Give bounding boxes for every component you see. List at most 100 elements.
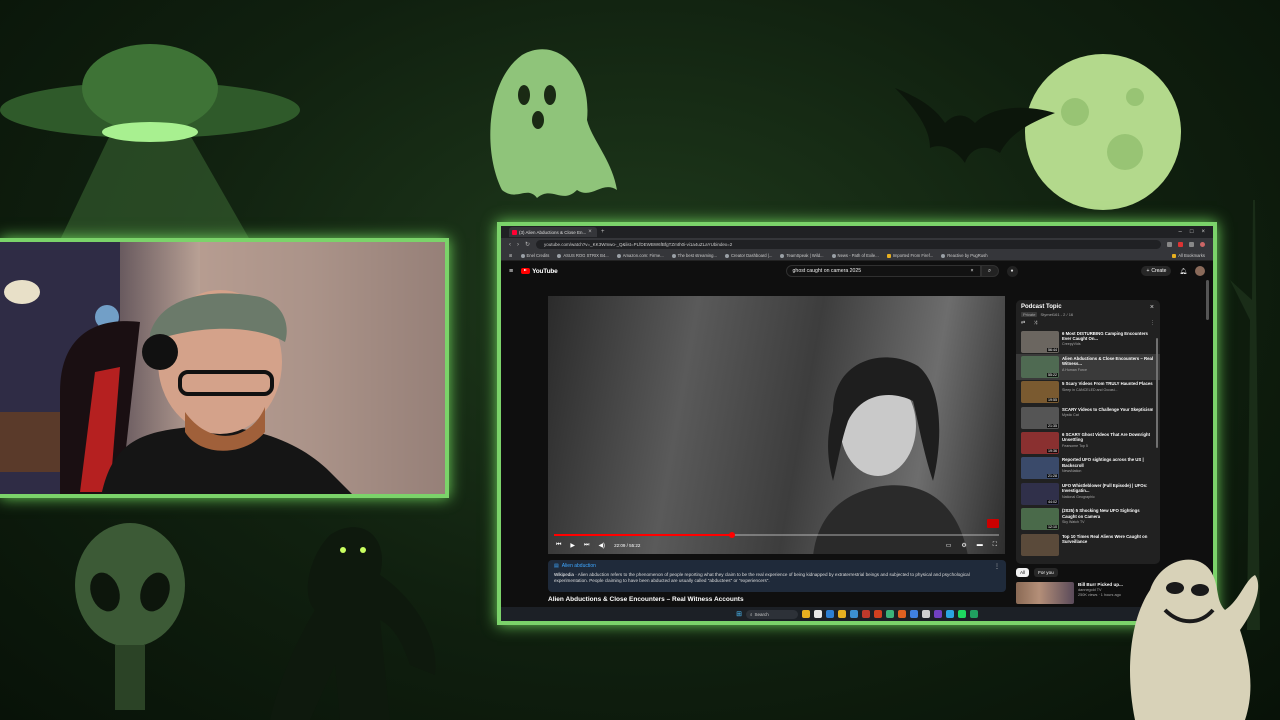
notifications-bell-icon[interactable]: 🔔︎ [1179, 268, 1187, 275]
youtube-logo[interactable]: YouTube [521, 268, 558, 275]
playlist-item-title[interactable]: (2025) 5 Shocking New UFO Sightings Caug… [1062, 508, 1155, 519]
bookmark-item[interactable]: News - Path of Exile... [831, 253, 879, 258]
video-thumbnail[interactable]: 19:36 [1021, 432, 1059, 455]
url-field[interactable]: youtube.com/watch?v=_KK3Wmwo-_Q&list=PLf… [536, 240, 1161, 249]
profile-icon[interactable] [1200, 242, 1205, 247]
video-thumbnail[interactable]: 56:44 [1021, 330, 1059, 353]
minimize-button[interactable]: – [1179, 229, 1182, 235]
playlist-item-title[interactable]: 5 Scary Videos From TRULY Haunted Places [1062, 381, 1153, 386]
previous-icon[interactable]: ⏮︎ [556, 542, 561, 549]
bookmark-item[interactable]: The best streaming... [671, 253, 717, 258]
taskbar-app-icon[interactable] [945, 610, 954, 618]
info-panel-title[interactable]: Alien abduction [562, 563, 596, 569]
forward-icon[interactable]: › [517, 242, 519, 248]
loop-icon[interactable]: ⇄ [1021, 320, 1025, 326]
taskbar-app-icon[interactable] [825, 610, 834, 618]
back-icon[interactable]: ‹ [509, 242, 511, 248]
bookmark-item[interactable]: Creator Dashboard |... [725, 253, 772, 258]
extension-icon[interactable] [1167, 242, 1172, 247]
taskbar-app-icon[interactable] [969, 610, 978, 618]
video-thumbnail[interactable] [1021, 533, 1059, 556]
captions-icon[interactable]: ▭ [946, 542, 952, 549]
playlist-item-title[interactable]: UFO Whistleblower (Full Episode) | UFOs:… [1062, 483, 1155, 494]
taskbar-app-icon[interactable] [957, 610, 966, 618]
menu-icon[interactable]: ≡ [509, 268, 513, 275]
video-thumbnail[interactable]: 19:55 [1021, 381, 1059, 404]
voice-search-button[interactable]: ● [1006, 265, 1018, 277]
account-avatar[interactable] [1195, 266, 1205, 276]
video-thumbnail[interactable]: 12:10 [1021, 508, 1059, 531]
taskbar-app-icon[interactable] [873, 610, 882, 618]
playlist-item[interactable]: 55:22 Alien Abductions & Close Encounters… [1016, 354, 1160, 380]
video-thumbnail[interactable]: 55:22 [1021, 355, 1059, 378]
clear-search-icon[interactable]: × [971, 268, 974, 274]
playlist-item[interactable]: 19:55 5 Scary Videos From TRULY Haunted P… [1016, 380, 1160, 405]
playlist-item[interactable]: 21:35 SCARY Videos to Challenge Your Skep… [1016, 405, 1160, 430]
info-source[interactable]: Wikipedia [554, 572, 574, 577]
settings-gear-icon[interactable]: ⚙︎ [961, 542, 966, 549]
progress-bar[interactable] [554, 532, 999, 538]
playlist-item[interactable]: 19:36 6 SCARY Ghost Videos That Are Downr… [1016, 431, 1160, 456]
chip-all[interactable]: All [1016, 568, 1030, 577]
theater-mode-icon[interactable]: ▬ [977, 542, 983, 549]
close-tab-icon[interactable]: × [588, 229, 592, 235]
taskbar-app-icon[interactable] [921, 610, 930, 618]
playlist-item-title[interactable]: SCARY Videos to Challenge Your Skepticis… [1062, 407, 1153, 412]
recommended-thumbnail[interactable] [1016, 582, 1074, 604]
next-icon[interactable]: ⏭︎ [584, 542, 589, 549]
playlist-item[interactable]: 21:28 Reported UFO sightings across the U… [1016, 456, 1160, 481]
taskbar-app-icon[interactable] [933, 610, 942, 618]
taskbar-app-icon[interactable] [849, 610, 858, 618]
close-window-button[interactable]: × [1201, 229, 1205, 235]
all-bookmarks-button[interactable]: All Bookmarks [1172, 253, 1205, 258]
playlist-scrollbar[interactable] [1156, 338, 1158, 448]
search-button[interactable]: ⌕ [980, 265, 999, 277]
volume-icon[interactable]: ◀︎) [598, 542, 605, 549]
extension-icon[interactable] [1178, 242, 1183, 247]
maximize-button[interactable]: □ [1190, 229, 1194, 235]
play-icon[interactable]: ▶ [570, 542, 575, 549]
close-playlist-icon[interactable]: × [1150, 304, 1154, 311]
taskbar-app-icon[interactable] [897, 610, 906, 618]
scrubber-handle[interactable] [729, 532, 735, 538]
taskbar-app-icon[interactable] [801, 610, 810, 618]
taskbar-app-icon[interactable] [837, 610, 846, 618]
bookmark-folder[interactable]: Imported From Firef... [886, 253, 933, 258]
playlist-item[interactable]: 56:44 6 Most DISTURBING Camping Encounter… [1016, 329, 1160, 354]
start-windows-icon[interactable]: ⊞ [736, 610, 742, 618]
apps-grid-icon[interactable]: ⊞ [509, 253, 513, 258]
video-thumbnail[interactable]: 44:02 [1021, 482, 1059, 505]
taskbar-app-icon[interactable] [885, 610, 894, 618]
more-options-icon[interactable]: ⋮ [1150, 320, 1155, 326]
search-input[interactable]: ghost caught on camera 2025 × [785, 265, 981, 277]
bookmark-item[interactable]: Reactive by PugRush [941, 253, 988, 258]
bookmark-item[interactable]: ASUS ROG STRIX B4... [557, 253, 609, 258]
page-scrollbar[interactable] [1206, 280, 1209, 320]
taskbar-app-icon[interactable] [909, 610, 918, 618]
more-options-icon[interactable]: ⋮ [994, 563, 1000, 570]
create-button[interactable]: + Create [1141, 266, 1172, 276]
playlist-item[interactable]: 12:10 (2025) 5 Shocking New UFO Sightings… [1016, 507, 1160, 532]
video-player[interactable]: ⏮︎ ▶ ⏭︎ ◀︎) 22:09 / 55:22 ▭ ⚙︎ ▬ ⛶ [548, 296, 1005, 554]
video-thumbnail[interactable]: 21:35 [1021, 406, 1059, 429]
shuffle-icon[interactable]: ⤨ [1033, 320, 1037, 326]
taskbar-app-icon[interactable] [861, 610, 870, 618]
reload-icon[interactable]: ↻ [525, 241, 530, 248]
bookmark-item[interactable]: Amazon.com: Firme... [616, 253, 664, 258]
video-thumbnail[interactable]: 21:28 [1021, 457, 1059, 480]
playlist-title[interactable]: Podcast Topic [1021, 304, 1155, 310]
chip-for-you[interactable]: For you [1034, 568, 1058, 577]
playlist-item-title[interactable]: 6 SCARY Ghost Videos That Are Downright … [1062, 432, 1155, 443]
new-tab-button[interactable]: + [601, 229, 605, 235]
taskbar-search[interactable]: ⌕ Search [745, 609, 798, 619]
bookmark-item[interactable]: Enel Credits [520, 253, 549, 258]
playlist-item-title[interactable]: Alien Abductions & Close Encounters – Re… [1062, 356, 1155, 367]
bookmark-item[interactable]: TeamSpeak | Wild... [780, 253, 824, 258]
fullscreen-icon[interactable]: ⛶ [993, 542, 997, 549]
browser-tab[interactable]: (3) Alien Abductions & Close En... × [509, 227, 597, 237]
extension-icon[interactable] [1189, 242, 1194, 247]
taskbar-app-icon[interactable] [813, 610, 822, 618]
playlist-item[interactable]: 44:02 UFO Whistleblower (Full Episode) | … [1016, 481, 1160, 506]
playlist-item-title[interactable]: 6 Most DISTURBING Camping Encounters Eve… [1062, 331, 1155, 342]
playlist-item-title[interactable]: Reported UFO sightings across the US | B… [1062, 457, 1155, 468]
